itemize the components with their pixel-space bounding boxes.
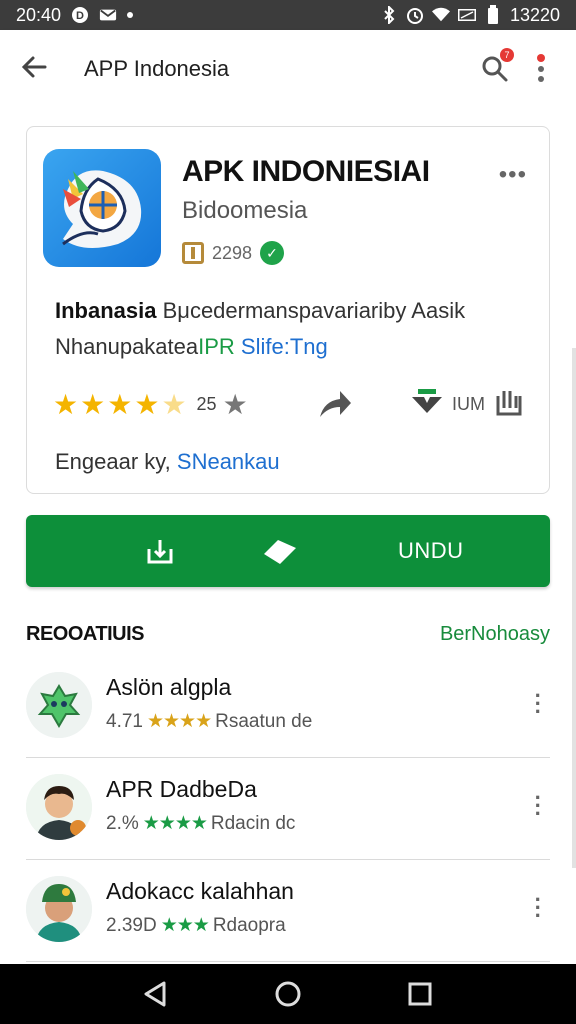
rating-value: 2.39D: [106, 914, 157, 936]
star-icon: ★: [80, 388, 106, 420]
rec-rating: 2.39D ★★★ Rdaopra: [106, 914, 286, 937]
overflow-menu-button[interactable]: [526, 54, 556, 84]
notification-icon: D: [71, 6, 89, 24]
app-bar: APP Indonesia 7: [0, 30, 576, 108]
user-avatar: [26, 774, 92, 840]
user-avatar: [26, 876, 92, 942]
scrollbar[interactable]: [572, 348, 576, 868]
rec-rating: 4.71 ★★★★ Rsaatun de: [106, 710, 312, 733]
square-recent-icon: [408, 982, 432, 1006]
circle-home-icon: [275, 981, 301, 1007]
nav-recent-button[interactable]: [398, 972, 442, 1016]
nav-back-button[interactable]: [134, 972, 178, 1016]
bookmark-icon[interactable]: [495, 388, 523, 421]
rating-suffix: Rdacin dc: [210, 812, 296, 834]
signal-icon: [457, 6, 476, 24]
star-icon: ★: [134, 388, 160, 420]
rating-suffix: Rsaatun de: [215, 710, 313, 732]
star-icon: ★: [53, 388, 79, 420]
app-stats: ★ ★ ★ ★ ★ 25 ★ IUM: [53, 387, 523, 421]
system-nav-bar: [0, 964, 576, 1024]
recommendations-header: REOOATIUIS BerNohoasy: [26, 623, 550, 646]
search-button[interactable]: 7: [480, 48, 514, 84]
rating-count: 25: [196, 393, 217, 414]
search-badge: 7: [500, 48, 514, 62]
mail-icon: [99, 6, 117, 24]
more-vert-icon[interactable]: · · ·: [535, 889, 542, 927]
meta-value: 2298: [212, 242, 253, 263]
app-name: APK INDONIESIAI: [182, 155, 430, 188]
list-item[interactable]: Aslön algpla 4.71 ★★★★ Rsaatun de · · ·: [26, 656, 550, 758]
status-time: 20:40: [16, 4, 62, 25]
rating-stars: ★★★★: [146, 711, 212, 732]
rec-name: Adokacc kalahhan: [106, 878, 294, 904]
desc-line2-prefix: Nhanupakatea: [55, 334, 199, 359]
battery-icon: [484, 5, 502, 24]
rating-stars: ★★★★: [142, 813, 208, 834]
engagement-link[interactable]: SNeankau: [171, 449, 280, 474]
wifi-icon: [431, 6, 450, 24]
engagement-prefix: Engeaar ky,: [55, 449, 171, 474]
download-icon: [140, 531, 180, 571]
verified-icon: ✓: [260, 241, 285, 265]
install-label: UNDU: [398, 538, 464, 563]
see-more-link[interactable]: BerNohoasy: [440, 623, 550, 646]
rating-value: 2.%: [106, 812, 139, 834]
list-item[interactable]: APR DadbeDa 2.% ★★★★ Rdacin dc · · ·: [26, 758, 550, 860]
card-more-icon[interactable]: •••: [499, 161, 527, 189]
recommendation-list: Aslön algpla 4.71 ★★★★ Rsaatun de · · · AP…: [26, 656, 550, 962]
desc-link[interactable]: Slife:Tng: [235, 334, 328, 359]
bluetooth-icon: [380, 6, 398, 24]
app-developer[interactable]: Bidoomesia: [182, 197, 307, 225]
app-icon[interactable]: [43, 149, 161, 267]
svg-text:D: D: [76, 10, 84, 22]
desc-green: IPR: [198, 334, 235, 359]
app-meta: 2298 ✓: [182, 241, 285, 265]
more-vert-icon[interactable]: · · ·: [535, 787, 542, 825]
share-icon[interactable]: [318, 387, 352, 421]
rating-suffix: Rdaopra: [212, 914, 286, 936]
rec-name: Aslön algpla: [106, 674, 232, 700]
status-bar: 20:40 D 13220: [0, 0, 576, 30]
install-button[interactable]: UNDU: [26, 515, 550, 587]
more-vert-icon: [537, 54, 545, 82]
rating-stars: ★★★: [160, 915, 210, 936]
download-size-icon: [412, 388, 442, 420]
content-rating-icon: [182, 242, 204, 264]
rec-rating: 2.% ★★★★ Rdacin dc: [106, 812, 295, 835]
status-right-time: 13220: [509, 4, 560, 25]
app-detail-card: APK INDONIESIAI Bidoomesia 2298 ✓ ••• In…: [26, 126, 550, 494]
desc-text: Bμcedermanspavariariby Aasik: [156, 298, 466, 323]
app-description: Inbanasia Bμcedermanspavariariby Aasik N…: [55, 293, 525, 365]
app-avatar: [26, 672, 92, 738]
star-half-icon: ★: [161, 388, 187, 420]
rating-stars: ★ ★ ★ ★ ★: [53, 388, 187, 421]
more-vert-icon[interactable]: · · ·: [535, 685, 542, 723]
list-item[interactable]: Adokacc kalahhan 2.39D ★★★ Rdaopra · · ·: [26, 860, 550, 962]
rec-name: APR DadbeDa: [106, 776, 257, 802]
alarm-icon: [406, 6, 424, 24]
section-title: REOOATIUIS: [26, 623, 144, 645]
desc-bold: Inbanasia: [55, 298, 157, 323]
size-label: IUM: [452, 393, 485, 414]
rate-star-icon[interactable]: ★: [223, 388, 248, 421]
engagement-text: Engeaar ky, SNeankau: [55, 449, 280, 475]
content-area[interactable]: APK INDONIESIAI Bidoomesia 2298 ✓ ••• In…: [0, 108, 576, 964]
arrow-right-icon: [260, 531, 300, 571]
triangle-back-icon: [144, 981, 166, 1007]
size-group: IUM: [412, 388, 523, 421]
nav-home-button[interactable]: [266, 972, 310, 1016]
rating-value: 4.71: [106, 710, 143, 732]
star-icon: ★: [107, 388, 133, 420]
dot-icon: [127, 12, 134, 18]
page-title: APP Indonesia: [84, 56, 230, 81]
back-arrow-icon[interactable]: [20, 53, 48, 86]
